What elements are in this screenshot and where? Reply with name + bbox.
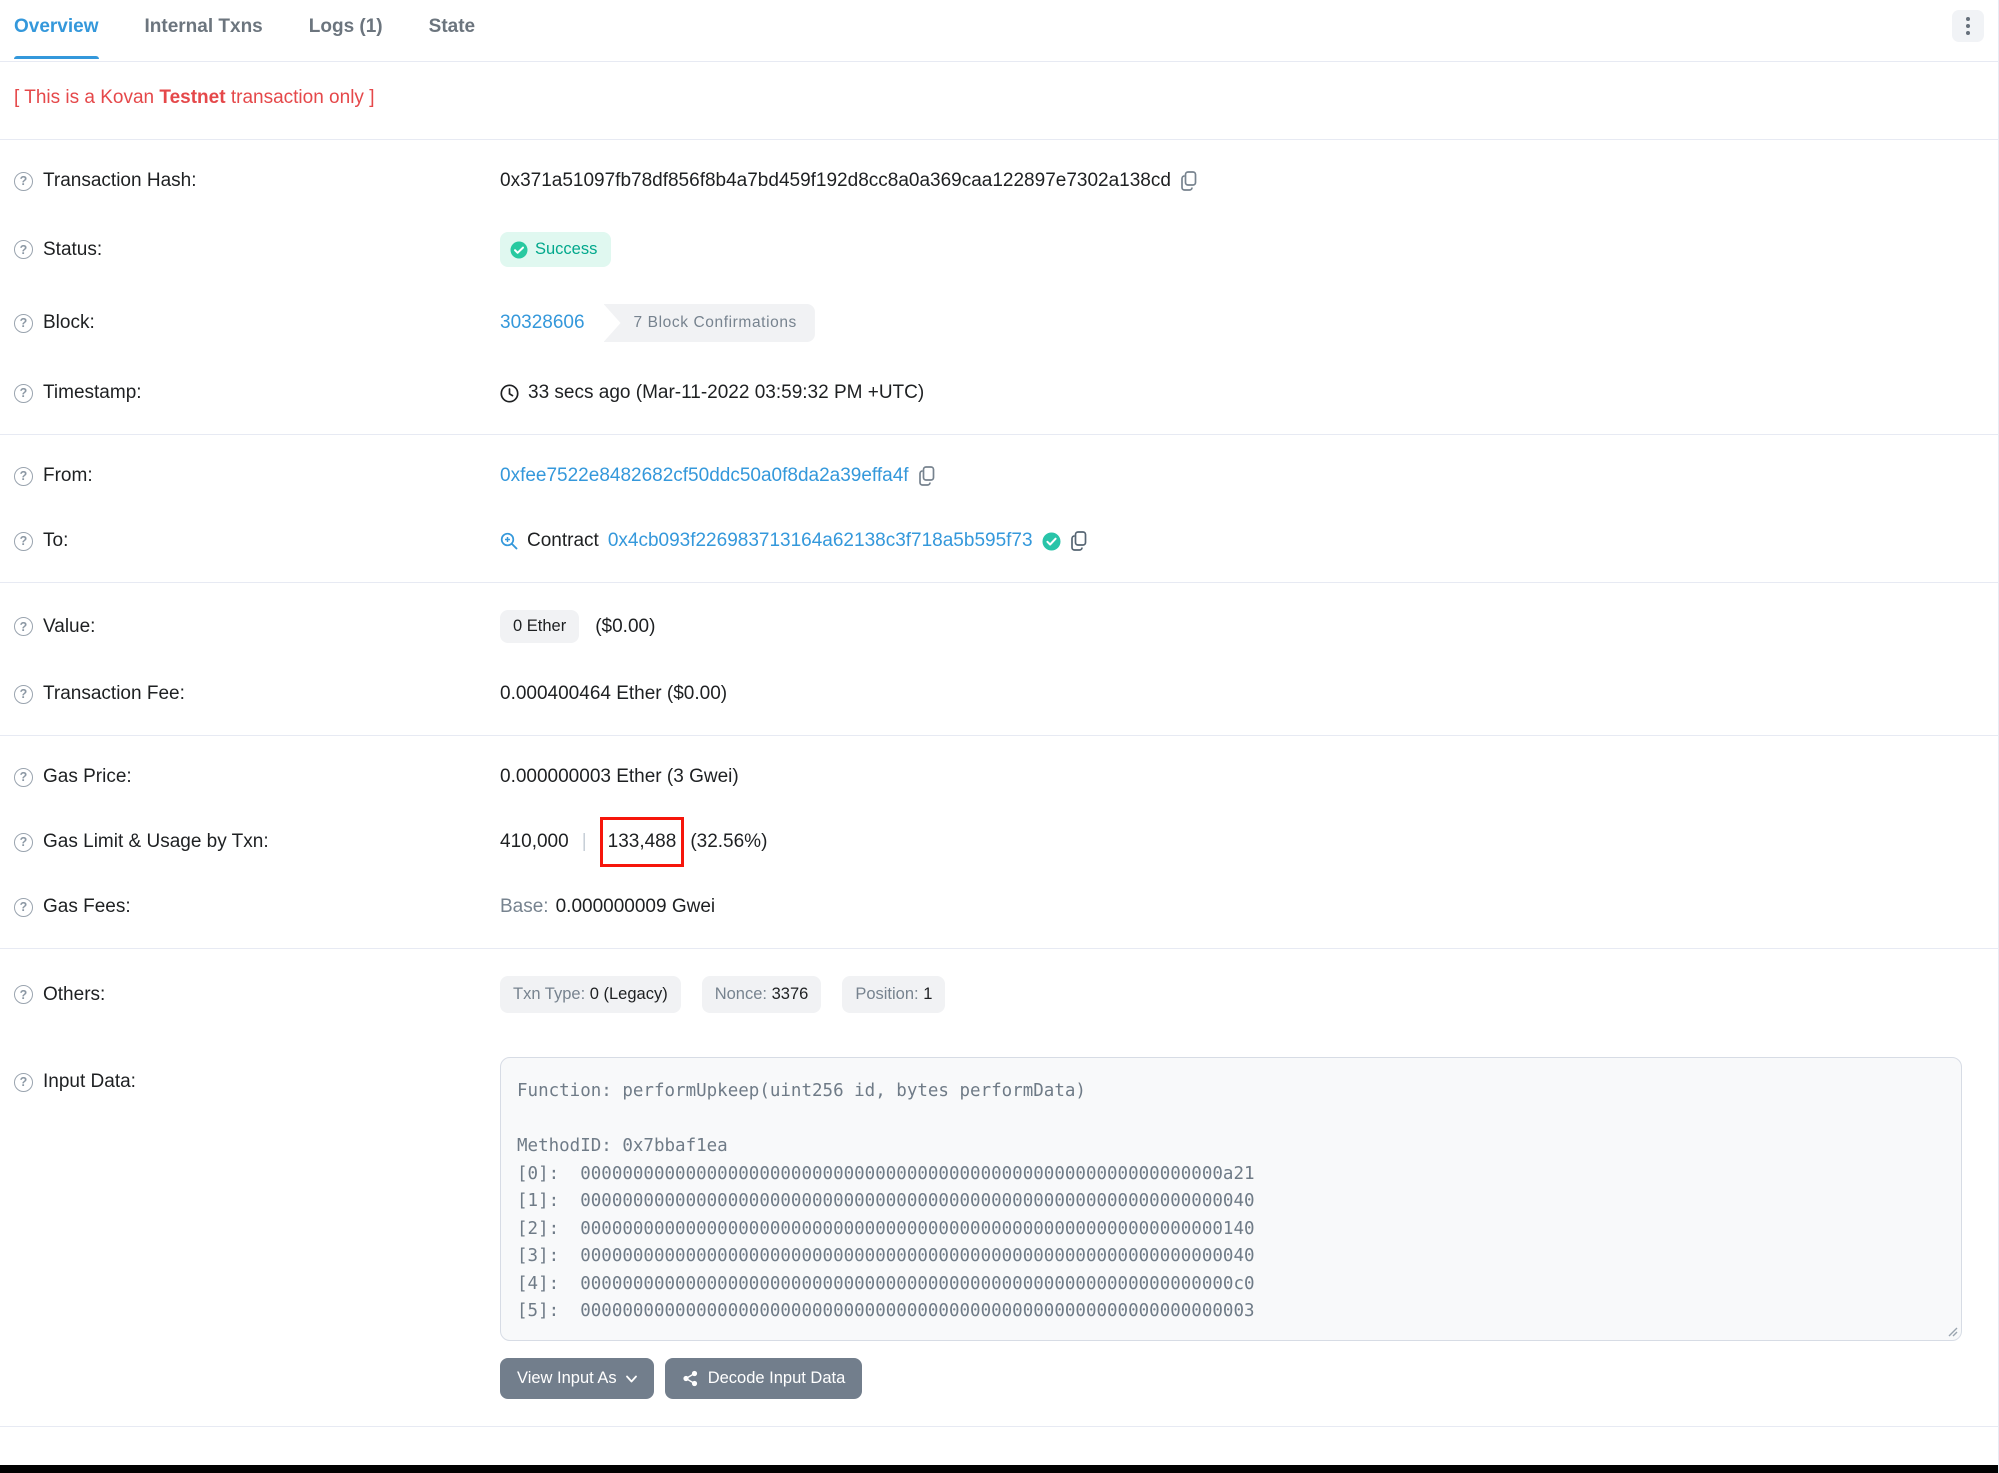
ether-value-pill: 0 Ether: [500, 610, 580, 643]
help-icon[interactable]: ?: [14, 985, 33, 1004]
bottom-black-bar: [0, 1465, 1998, 1473]
copy-icon[interactable]: [1180, 171, 1198, 191]
help-icon[interactable]: ?: [14, 684, 33, 704]
tab-logs[interactable]: Logs (1): [309, 16, 383, 59]
row-to: ? To: Contract 0x4cb093f226983713164a621…: [0, 527, 1998, 555]
footer-divider: [0, 1426, 1998, 1465]
row-label: To:: [43, 530, 69, 551]
gas-used-annotation-box: 133,488: [599, 817, 685, 867]
row-label: Gas Limit & Usage by Txn:: [43, 831, 269, 852]
help-icon[interactable]: ?: [14, 1072, 33, 1092]
row-label: Transaction Hash:: [43, 170, 197, 191]
row-from: ? From: 0xfee7522e8482682cf50ddc50a0f8da…: [0, 462, 1998, 490]
chevron-down-icon: [625, 1375, 637, 1382]
help-icon[interactable]: ?: [14, 171, 33, 191]
help-icon[interactable]: ?: [14, 767, 33, 787]
row-others: ? Others: Txn Type: 0 (Legacy) Nonce: 33…: [0, 976, 1998, 1013]
testnet-notice: [ This is a Kovan Testnet transaction on…: [0, 62, 1998, 139]
position-badge: Position: 1: [842, 976, 946, 1013]
row-gas-price: ? Gas Price: 0.000000003 Ether (3 Gwei): [0, 763, 1998, 791]
check-circle-icon: [510, 241, 528, 258]
row-label: From:: [43, 465, 93, 486]
help-icon[interactable]: ?: [14, 466, 33, 486]
row-label: Status:: [43, 238, 103, 260]
copy-icon[interactable]: [918, 466, 936, 486]
from-address-link[interactable]: 0xfee7522e8482682cf50ddc50a0f8da2a39effa…: [500, 465, 909, 487]
row-gas-fees: ? Gas Fees: Base: 0.000000009 Gwei: [0, 893, 1998, 921]
row-timestamp: ? Timestamp: 33 secs ago (Mar-11-2022 03…: [0, 379, 1998, 407]
row-value: ? Value: 0 Ether ($0.00): [0, 610, 1998, 643]
row-label: Transaction Fee:: [43, 683, 185, 704]
help-icon[interactable]: ?: [14, 897, 33, 917]
section-addresses: ? From: 0xfee7522e8482682cf50ddc50a0f8da…: [0, 434, 1998, 582]
nonce-badge: Nonce: 3376: [701, 976, 822, 1013]
input-data-code: Function: performUpkeep(uint256 id, byte…: [517, 1081, 1255, 1321]
help-icon[interactable]: ?: [14, 240, 33, 259]
notice-bold: Testnet: [159, 87, 226, 108]
tab-state[interactable]: State: [429, 16, 475, 59]
section-value: ? Value: 0 Ether ($0.00) ? Transaction F…: [0, 582, 1998, 735]
row-label: Input Data:: [43, 1071, 136, 1092]
help-icon[interactable]: ?: [14, 531, 33, 551]
gas-price-value: 0.000000003 Ether (3 Gwei): [500, 766, 739, 787]
view-input-as-button[interactable]: View Input As: [500, 1358, 654, 1399]
transaction-detail-page: Overview Internal Txns Logs (1) State [ …: [0, 0, 1999, 1473]
usd-value: ($0.00): [595, 615, 656, 637]
row-transaction-fee: ? Transaction Fee: 0.000400464 Ether ($0…: [0, 680, 1998, 708]
block-confirmations-badge: 7 Block Confirmations: [603, 304, 815, 342]
help-icon[interactable]: ?: [14, 383, 33, 403]
row-transaction-hash: ? Transaction Hash: 0x371a51097fb78df856…: [0, 167, 1998, 195]
tabs: Overview Internal Txns Logs (1) State: [14, 16, 521, 59]
input-data-buttons: View Input As Decode Input Data: [500, 1358, 1962, 1399]
block-number-link[interactable]: 30328606: [500, 312, 585, 334]
resize-grip-icon[interactable]: [1944, 1323, 1958, 1337]
gas-used-value: 133,488: [607, 831, 677, 852]
tab-overview[interactable]: Overview: [14, 16, 99, 59]
gas-limit-value: 410,000: [500, 831, 569, 852]
row-label: Gas Fees:: [43, 896, 131, 917]
row-gas-limit-usage: ? Gas Limit & Usage by Txn: 410,000 | 13…: [0, 817, 1998, 867]
help-icon[interactable]: ?: [14, 313, 33, 333]
copy-icon[interactable]: [1070, 531, 1088, 551]
more-options-button[interactable]: [1952, 10, 1984, 42]
gas-separator: |: [581, 831, 587, 852]
base-fee-value: 0.000000009 Gwei: [555, 896, 716, 917]
section-others: ? Others: Txn Type: 0 (Legacy) Nonce: 33…: [0, 948, 1998, 1426]
row-status: ? Status: Success: [0, 232, 1998, 267]
row-input-data: ? Input Data: Function: performUpkeep(ui…: [0, 1057, 1998, 1399]
row-label: Block:: [43, 312, 95, 333]
decode-icon: [683, 1370, 697, 1387]
status-badge: Success: [500, 232, 612, 267]
clock-icon: [500, 383, 519, 403]
row-block: ? Block: 30328606 7 Block Confirmations: [0, 304, 1998, 342]
gas-used-percent: (32.56%): [690, 831, 768, 852]
notice-suffix: transaction only ]: [225, 87, 375, 108]
transaction-hash-value: 0x371a51097fb78df856f8b4a7bd459f192d8cc8…: [500, 170, 1171, 191]
zoom-in-icon[interactable]: [500, 532, 518, 550]
section-gas: ? Gas Price: 0.000000003 Ether (3 Gwei) …: [0, 735, 1998, 948]
txn-type-badge: Txn Type: 0 (Legacy): [500, 976, 681, 1013]
tab-bar: Overview Internal Txns Logs (1) State: [0, 0, 1998, 62]
base-fee-label: Base:: [500, 896, 549, 917]
row-label: Others:: [43, 983, 106, 1005]
row-label: Timestamp:: [43, 382, 142, 403]
transaction-fee-value: 0.000400464 Ether ($0.00): [500, 683, 728, 704]
to-address-link[interactable]: 0x4cb093f226983713164a62138c3f718a5b595f…: [608, 530, 1033, 552]
help-icon[interactable]: ?: [14, 832, 33, 852]
row-label: Gas Price:: [43, 766, 132, 787]
contract-word: Contract: [527, 530, 599, 551]
status-text: Success: [535, 240, 598, 258]
notice-prefix: [ This is a Kovan: [14, 87, 160, 108]
input-data-textarea[interactable]: Function: performUpkeep(uint256 id, byte…: [500, 1057, 1962, 1341]
help-icon[interactable]: ?: [14, 617, 33, 636]
row-label: Value:: [43, 615, 96, 637]
section-main: ? Transaction Hash: 0x371a51097fb78df856…: [0, 139, 1998, 434]
kebab-icon: [1966, 17, 1970, 21]
tab-internal-txns[interactable]: Internal Txns: [145, 16, 263, 59]
decode-input-data-button[interactable]: Decode Input Data: [664, 1358, 863, 1399]
verified-check-icon: [1042, 532, 1061, 550]
timestamp-value: 33 secs ago (Mar-11-2022 03:59:32 PM +UT…: [528, 382, 925, 403]
